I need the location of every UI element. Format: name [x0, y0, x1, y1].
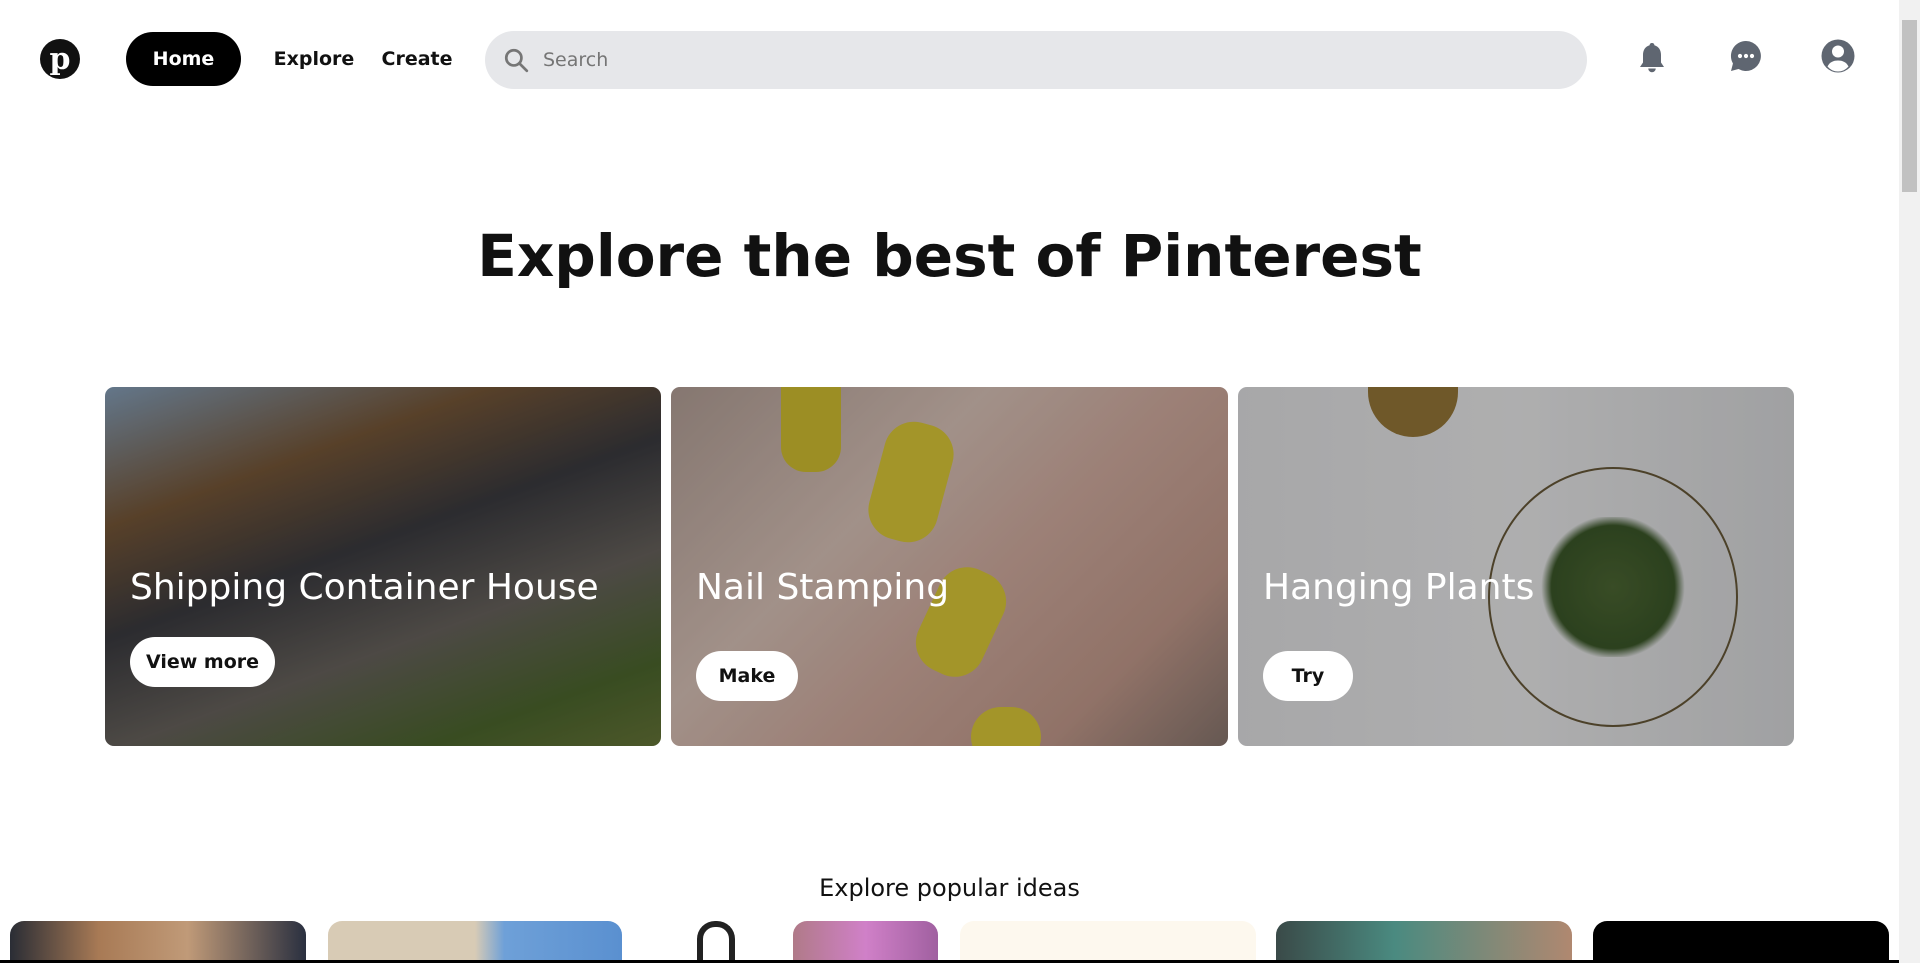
- popular-idea-thumbnail[interactable]: [10, 921, 306, 963]
- chat-icon[interactable]: [1728, 38, 1764, 74]
- card-title: Shipping Container House: [130, 567, 599, 608]
- nav-home[interactable]: Home: [126, 32, 241, 86]
- scrollbar-thumb[interactable]: [1902, 20, 1917, 192]
- popular-idea-thumbnail[interactable]: [960, 921, 1256, 963]
- page-title: Explore the best of Pinterest: [477, 222, 1422, 290]
- try-button[interactable]: Try: [1263, 651, 1353, 701]
- popular-idea-thumbnail[interactable]: [697, 921, 735, 963]
- make-button[interactable]: Make: [696, 651, 798, 701]
- nav-explore[interactable]: Explore: [268, 32, 360, 86]
- popular-idea-thumbnail[interactable]: [328, 921, 622, 963]
- card-hanging-plants[interactable]: Hanging Plants Try: [1238, 387, 1794, 746]
- popular-ideas-heading: Explore popular ideas: [819, 874, 1080, 902]
- popular-idea-thumbnail[interactable]: [793, 921, 938, 963]
- search-bar[interactable]: [485, 31, 1587, 89]
- user-icon[interactable]: [1820, 38, 1856, 74]
- nav-create[interactable]: Create: [376, 32, 458, 86]
- card-title: Hanging Plants: [1263, 567, 1535, 608]
- card-nail-stamping[interactable]: Nail Stamping Make: [671, 387, 1228, 746]
- search-icon: [504, 48, 529, 73]
- card-shipping-container-house[interactable]: Shipping Container House View more: [105, 387, 661, 746]
- search-input[interactable]: [543, 49, 1443, 71]
- view-more-button[interactable]: View more: [130, 637, 276, 687]
- pinterest-logo[interactable]: p: [40, 39, 80, 79]
- bell-icon[interactable]: [1634, 40, 1670, 76]
- popular-idea-thumbnail[interactable]: [1593, 921, 1889, 963]
- card-title: Nail Stamping: [696, 567, 950, 608]
- popular-idea-thumbnail[interactable]: [1276, 921, 1572, 963]
